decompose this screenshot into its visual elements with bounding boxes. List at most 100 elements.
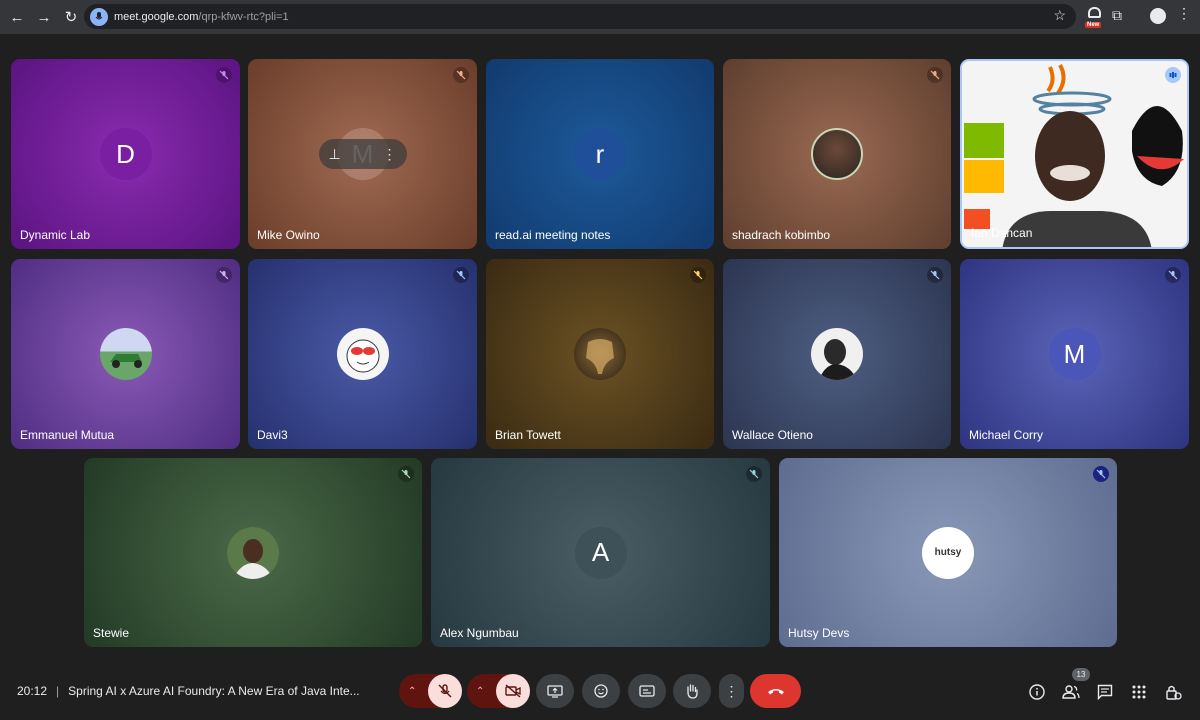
leave-call-button[interactable] (750, 674, 801, 708)
muted-mic-icon (746, 466, 762, 482)
avatar: hutsy (922, 526, 974, 579)
muted-mic-icon (1093, 466, 1109, 482)
muted-mic-icon (927, 267, 943, 283)
meeting-details-icon[interactable] (1027, 682, 1047, 702)
avatar (811, 128, 863, 180)
back-icon[interactable]: ← (4, 4, 30, 30)
info-separator: | (56, 684, 60, 698)
pin-icon[interactable]: ⊥ (329, 146, 341, 163)
captions-button[interactable] (628, 674, 666, 708)
muted-mic-icon (453, 67, 469, 83)
avatar (336, 328, 389, 380)
participant-name: Michael Corry (969, 428, 1044, 442)
participant-name: Davi3 (257, 428, 288, 442)
participant-tile[interactable]: r read.ai meeting notes (486, 59, 714, 249)
muted-mic-icon (453, 267, 469, 283)
meeting-controls-bar: 20:12 | Spring AI x Azure AI Foundry: A … (0, 660, 1200, 720)
participant-name: shadrach kobimbo (732, 228, 831, 242)
raise-hand-icon (687, 684, 698, 699)
participant-name: Hutsy Devs (788, 626, 850, 640)
mic-control-group: ⌃ (399, 674, 462, 708)
participants-count-badge: 13 (1072, 668, 1090, 681)
browser-menu-icon[interactable]: ⋮ (1177, 6, 1191, 20)
url-path: /qrp-kfwv-rtc?pli=1 (198, 10, 289, 23)
captions-icon (639, 685, 655, 697)
more-options-button[interactable]: ⋮ (719, 674, 744, 708)
meeting-info: 20:12 | Spring AI x Azure AI Foundry: A … (17, 684, 360, 698)
participant-name: Alex Ngumbau (440, 626, 519, 640)
camera-off-icon (505, 684, 521, 698)
camera-control-group: ⌃ (467, 674, 530, 708)
reload-icon[interactable]: ↻ (58, 4, 84, 30)
forward-icon[interactable]: → (31, 4, 57, 30)
participant-tile[interactable]: M Michael Corry (960, 259, 1189, 449)
meeting-time: 20:12 (17, 684, 48, 698)
bookmark-star-icon[interactable]: ☆ (1053, 7, 1066, 24)
url-text: meet.google.com/qrp-kfwv-rtc?pli=1 (114, 11, 289, 23)
participant-tile[interactable]: Emmanuel Mutua (11, 259, 240, 449)
muted-mic-icon (216, 67, 232, 83)
muted-mic-icon (1165, 267, 1181, 283)
participant-name: Emmanuel Mutua (20, 428, 115, 442)
muted-mic-icon (398, 466, 414, 482)
emoji-icon (594, 684, 608, 698)
hang-up-icon (767, 689, 784, 695)
raise-hand-button[interactable] (673, 674, 711, 708)
participant-name: Stewie (93, 626, 130, 640)
avatar: A (574, 526, 627, 579)
participant-tile[interactable]: Stewie (84, 458, 422, 647)
activities-icon[interactable] (1129, 682, 1149, 702)
participant-name: Dynamic Lab (20, 228, 91, 242)
video-feed (962, 61, 1187, 247)
video-options-chevron-icon[interactable]: ⌃ (476, 686, 484, 697)
more-vert-icon: ⋮ (724, 682, 739, 699)
mic-off-icon (438, 684, 452, 698)
participant-tile[interactable]: hutsy Hutsy Devs (779, 458, 1117, 647)
meeting-title: Spring AI x Azure AI Foundry: A New Era … (68, 684, 360, 698)
hutsy-logo-text: hutsy (934, 547, 962, 558)
tile-hover-controls: ⊥ ⋮ (318, 139, 407, 169)
people-icon[interactable] (1061, 682, 1081, 702)
more-options-icon[interactable]: ⋮ (383, 146, 397, 163)
avatar (574, 328, 626, 380)
profile-avatar[interactable] (1150, 8, 1166, 24)
new-badge: New (1085, 22, 1102, 28)
avatar: D (99, 128, 152, 180)
reactions-button[interactable] (582, 674, 620, 708)
avatar (227, 526, 279, 579)
present-screen-icon (547, 685, 563, 698)
address-bar[interactable]: meet.google.com/qrp-kfwv-rtc?pli=1 ☆ (84, 4, 1076, 29)
participant-tile[interactable]: Brian Towett (486, 259, 714, 449)
speaking-indicator-icon (1165, 67, 1181, 83)
participant-tile[interactable]: A Alex Ngumbau (431, 458, 770, 647)
mic-toggle-button[interactable] (428, 674, 462, 708)
avatar: M (1048, 328, 1101, 380)
participant-tile[interactable]: M ⊥ ⋮ Mike Owino (248, 59, 477, 249)
muted-mic-icon (927, 67, 943, 83)
extension-new-icon[interactable]: New (1085, 6, 1105, 28)
mic-site-icon[interactable] (90, 7, 108, 26)
participant-name: Ian Dancan (971, 226, 1033, 240)
audio-options-chevron-icon[interactable]: ⌃ (408, 686, 416, 697)
avatar (811, 328, 863, 380)
muted-mic-icon (216, 267, 232, 283)
participant-tile[interactable]: D Dynamic Lab (11, 59, 240, 249)
host-controls-icon[interactable] (1163, 682, 1183, 702)
participant-tile[interactable]: shadrach kobimbo (723, 59, 951, 249)
participant-tile-speaking[interactable]: Ian Dancan (960, 59, 1189, 249)
participant-tile[interactable]: Wallace Otieno (723, 259, 951, 449)
extensions-puzzle-icon[interactable]: ⧉ (1112, 7, 1122, 24)
participant-name: read.ai meeting notes (495, 228, 611, 242)
browser-toolbar: ← → ↻ meet.google.com/qrp-kfwv-rtc?pli=1… (0, 0, 1200, 34)
camera-toggle-button[interactable] (496, 674, 530, 708)
participant-name: Brian Towett (495, 428, 561, 442)
participant-tile[interactable]: Davi3 (248, 259, 477, 449)
muted-mic-icon (690, 267, 706, 283)
avatar: r (574, 128, 626, 180)
url-host: meet.google.com (114, 10, 199, 23)
avatar (99, 328, 152, 380)
participant-name: Wallace Otieno (732, 428, 813, 442)
chat-icon[interactable] (1095, 682, 1115, 702)
present-screen-button[interactable] (536, 674, 574, 708)
participant-name: Mike Owino (257, 228, 320, 242)
